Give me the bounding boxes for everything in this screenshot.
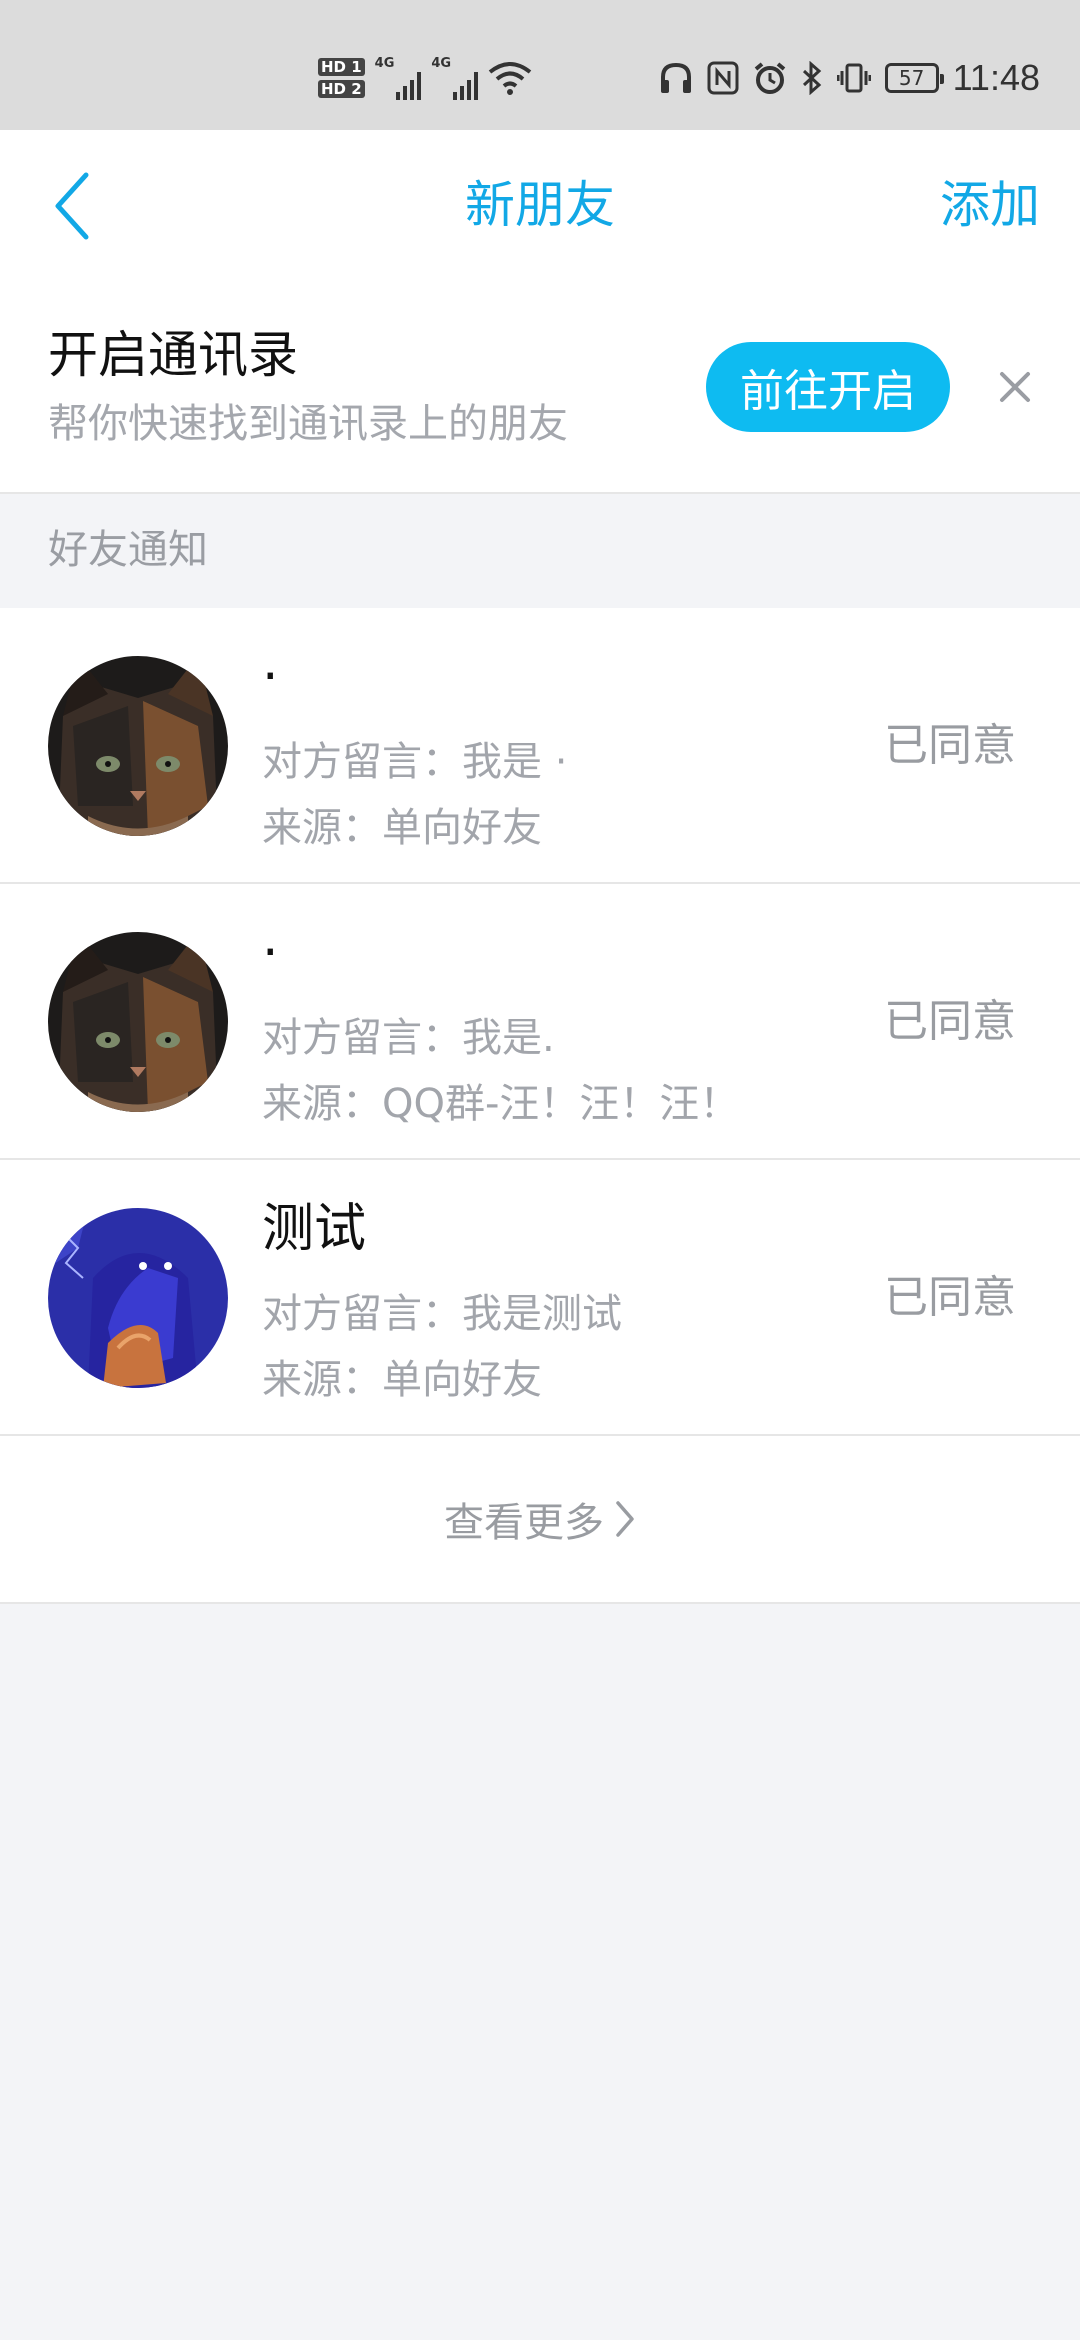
- friend-notifications-section: 好友通知: [0, 496, 1080, 608]
- status-bar: HD 1 HD 2 4G 4G 57 11:48: [0, 0, 1080, 130]
- friend-name: ·: [262, 647, 279, 707]
- battery-level: 57: [898, 66, 925, 90]
- battery-icon: 57: [884, 63, 944, 93]
- friend-message: 对方留言：我是测试: [262, 1291, 622, 1337]
- bluetooth-icon: [801, 61, 823, 95]
- status-badge: 已同意: [884, 1272, 1016, 1323]
- blue-figure-avatar[interactable]: [48, 1208, 228, 1388]
- device-status: 57 11:48: [659, 50, 1040, 106]
- status-badge: 已同意: [884, 720, 1016, 771]
- network-type-2: 4G: [431, 56, 452, 71]
- network-type-1: 4G: [374, 56, 395, 71]
- signal-bars-icon: [453, 70, 479, 100]
- banner-subtitle: 帮你快速找到通讯录上的朋友: [48, 401, 568, 447]
- vibrate-icon: [836, 61, 871, 95]
- section-label: 好友通知: [48, 527, 208, 573]
- friend-source: 来源：单向好友: [262, 805, 542, 851]
- close-icon: [1000, 372, 1030, 402]
- contacts-banner: 开启通讯录 帮你快速找到通讯录上的朋友 前往开启: [0, 280, 1080, 494]
- signal-bars-icon: [396, 70, 422, 100]
- nfc-icon: [707, 61, 739, 95]
- clock: 11:48: [952, 57, 1040, 98]
- friend-request-row[interactable]: 测试 对方留言：我是测试 来源：单向好友 已同意: [0, 1160, 1080, 1436]
- signal-1: 4G: [375, 56, 422, 100]
- friend-message: 对方留言：我是 ·: [262, 739, 568, 785]
- headphones-icon: [659, 61, 693, 95]
- friend-message: 对方留言：我是.: [262, 1015, 555, 1061]
- banner-title: 开启通讯录: [48, 326, 298, 384]
- hd1-badge: HD 1: [318, 58, 365, 76]
- wifi-icon: [488, 60, 532, 96]
- friend-source: 来源：单向好友: [262, 1357, 542, 1403]
- view-more-label: 查看更多: [444, 1500, 604, 1546]
- friend-name: ·: [262, 923, 279, 983]
- alarm-icon: [753, 61, 787, 95]
- view-more-button[interactable]: 查看更多: [0, 1436, 1080, 1604]
- hd-badges: HD 1 HD 2: [318, 58, 365, 98]
- nav-header: 新朋友 添加: [0, 130, 1080, 280]
- hd2-badge: HD 2: [318, 80, 365, 98]
- add-button[interactable]: 添加: [940, 170, 1040, 240]
- close-banner-button[interactable]: [990, 362, 1040, 412]
- signal-2: 4G: [431, 56, 479, 100]
- friend-request-row[interactable]: · 对方留言：我是. 来源：QQ群-汪！汪！汪！ 已同意: [0, 884, 1080, 1160]
- network-status: HD 1 HD 2 4G 4G: [318, 48, 532, 108]
- chevron-right-icon: [616, 1501, 634, 1537]
- status-badge: 已同意: [884, 996, 1016, 1047]
- cat-avatar[interactable]: [48, 656, 228, 836]
- page-title: 新朋友: [465, 176, 615, 234]
- friend-request-list: · 对方留言：我是 · 来源：单向好友 已同意 · 对方留言：我是. 来源：QQ…: [0, 608, 1080, 1604]
- friend-name: 测试: [262, 1199, 367, 1259]
- friend-source: 来源：QQ群-汪！汪！汪！: [262, 1081, 740, 1127]
- friend-request-row[interactable]: · 对方留言：我是 · 来源：单向好友 已同意: [0, 608, 1080, 884]
- enable-contacts-button[interactable]: 前往开启: [706, 342, 950, 432]
- cat-avatar[interactable]: [48, 932, 228, 1112]
